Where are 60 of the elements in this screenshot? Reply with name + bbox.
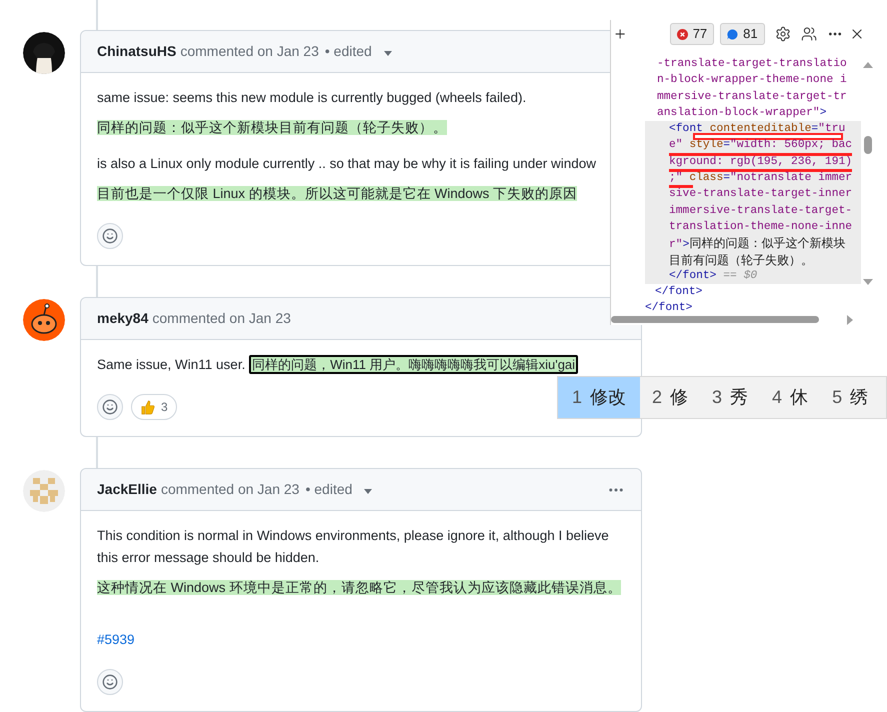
comment-text: Same issue, Win11 user. [97,357,246,372]
smiley-icon [102,228,118,244]
code-line: </font> == $0 [669,268,758,284]
translated-text-editor[interactable]: 同样的问题，Win11 用户。嗨嗨嗨嗨嗨我可以编辑xiu'gai [249,355,578,374]
code-line: -translate-target-translatio [657,56,847,72]
people-icon[interactable] [800,25,817,43]
scroll-down-icon[interactable] [863,279,873,285]
code-line: anslation-block-wrapper"> [657,106,826,121]
add-reaction-button[interactable] [97,394,123,420]
add-reaction-button[interactable] [97,669,123,695]
translated-text: 这种情况在 Windows 环境中是正常的，请忽略它，尽管我认为应该隐藏此错误消息。 [97,580,622,595]
comment-date: commented on Jan 23 [152,309,291,328]
author-name[interactable]: JackEllie [97,479,157,500]
code-line: <font contenteditable="tru [669,121,846,138]
comment-date: commented on Jan 23 [180,42,319,61]
code-line: 目前有问题（轮子失败）。 [669,252,813,269]
edited-label[interactable]: • edited [305,479,352,500]
smiley-icon [102,399,118,415]
code-line: translation-theme-none-inne [669,220,852,235]
code-line: r">同样的问题：似乎这个新模块 [669,235,846,254]
code-line: sive-translate-target-inner [669,186,852,202]
selected-node[interactable] [645,121,861,284]
caret-icon[interactable] [364,488,372,494]
scrollbar-thumb[interactable] [611,316,819,323]
code-line: mmersive-translate-target-tr [657,90,847,105]
ime-candidate[interactable]: 3 秀 [700,377,760,418]
scrollbar-thumb[interactable] [864,136,872,154]
avatar[interactable] [23,32,65,74]
error-count-badge[interactable]: 77 [670,23,714,45]
ime-candidate[interactable]: 2 修 [640,377,700,418]
ime-candidate[interactable]: 4 休 [760,377,820,418]
settings-icon[interactable] [774,25,791,43]
translated-text: 目前也是一个仅限 Linux 的模块。所以这可能就是它在 Windows 下失败的原因 [97,186,578,201]
code-line: </font> [645,302,692,314]
code-line: n-block-wrapper-theme-none i [657,72,847,88]
translated-text: 同样的问题：似乎这个新模块目前有问题（轮子失败）。 [97,120,447,135]
comment-text: same issue: seems this new module is currently bugged (wheels failed). [97,90,526,105]
scroll-right-icon[interactable] [847,315,853,325]
edited-label[interactable]: • edited [324,41,372,62]
code-line: ;" class="notranslate immer [669,170,852,186]
comment-date: commented on Jan 23 [160,480,300,499]
comment-text: is also a Linux only module currently .. so that may be why it is failing under window [97,156,596,171]
add-reaction-button[interactable] [97,223,123,249]
issue-link[interactable]: #5939 [97,632,135,647]
code-line: immersive-translate-target- [669,204,852,219]
scroll-up-icon[interactable] [863,62,873,68]
message-count-badge[interactable]: 81 [720,23,765,45]
author-name[interactable]: ChinatsuHS [97,41,176,62]
comment-text: This condition is normal in Windows environments, please ignore it, although I believe this error message should be hidden. [97,528,609,565]
thumbs-up-reaction[interactable]: 3 [131,394,177,420]
smiley-icon [102,674,118,690]
ime-candidate[interactable]: 1 修改 [558,377,640,418]
code-line: </font> [655,286,702,298]
caret-icon[interactable] [384,50,392,56]
author-name[interactable]: meky84 [97,308,148,329]
code-line: kground: rgb(195, 236, 191) [669,154,852,170]
thumbs-up-icon [140,400,155,414]
avatar[interactable] [23,299,65,341]
code-line: e" style="width: 560px; bac [669,137,852,154]
ime-candidate[interactable]: 5 绣 [820,377,880,418]
